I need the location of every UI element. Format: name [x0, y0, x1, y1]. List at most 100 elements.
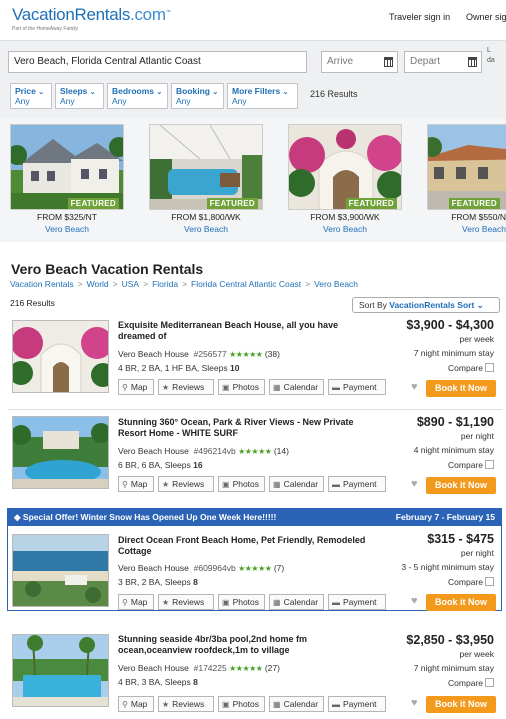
reviews-button[interactable]: ★ Reviews	[158, 379, 214, 395]
filter-booking[interactable]: Booking ⌄ Any	[171, 83, 224, 109]
reviews-button[interactable]: ★ Reviews	[158, 594, 214, 610]
calendar-button[interactable]: ▦ Calendar	[269, 594, 324, 610]
calendar-button[interactable]: ▦ Calendar	[269, 379, 324, 395]
featured-location-link[interactable]: Vero Beach	[149, 224, 263, 234]
listing-photo[interactable]	[12, 634, 109, 707]
featured-photo[interactable]: FEATURED	[288, 124, 402, 210]
photos-button[interactable]: ▣ Photos	[218, 696, 265, 712]
checkbox[interactable]	[485, 363, 494, 372]
filter-sleeps[interactable]: Sleeps ⌄ Any	[55, 83, 104, 109]
listing-beds: 4 BR, 3 BA, Sleeps 8	[118, 677, 198, 687]
sleeps-count: 16	[193, 460, 203, 470]
compare-label: Compare	[448, 678, 483, 688]
listing-title-link[interactable]: Direct Ocean Front Beach Home, Pet Frien…	[118, 535, 366, 557]
calendar-button[interactable]: ▦ Calendar	[269, 476, 324, 492]
book-now-button[interactable]: Book it Now	[426, 594, 496, 611]
reviews-button[interactable]: ★ Reviews	[158, 476, 214, 492]
map-button[interactable]: ⚲ Map	[118, 476, 154, 492]
listing-title-link[interactable]: Stunning 360° Ocean, Park & River Views …	[118, 417, 366, 439]
traveler-signin-link[interactable]: Traveler sign in	[389, 12, 450, 22]
listing-id: #496214vb	[193, 446, 236, 456]
breadcrumb-item[interactable]: Vero Beach	[314, 279, 358, 289]
book-now-button[interactable]: Book it Now	[426, 380, 496, 397]
payment-button[interactable]: ▬ Payment	[328, 594, 386, 610]
calendar-icon[interactable]	[384, 57, 393, 67]
review-count[interactable]: (27)	[265, 663, 280, 673]
breadcrumb-item[interactable]: Florida	[152, 279, 178, 289]
calendar-button[interactable]: ▦ Calendar	[269, 696, 324, 712]
site-header: VacationRentals.com™ Part of the HomeAwa…	[0, 0, 506, 40]
payment-button[interactable]: ▬ Payment	[328, 476, 386, 492]
owner-signin-link[interactable]: Owner sig	[466, 12, 506, 22]
review-count[interactable]: (7)	[274, 563, 284, 573]
filter-more[interactable]: More Filters ⌄ Any	[227, 83, 298, 109]
featured-badge: FEATURED	[206, 198, 258, 209]
payment-button[interactable]: ▬ Payment	[328, 379, 386, 395]
featured-item[interactable]: FEATURED FROM $550/N Vero Beach	[427, 124, 506, 234]
breadcrumb-item[interactable]: Vacation Rentals	[10, 279, 74, 289]
heart-icon[interactable]: ♥	[411, 478, 418, 490]
listing-photo[interactable]	[12, 416, 109, 489]
breadcrumb-separator: >	[305, 279, 311, 289]
featured-photo[interactable]: FEATURED	[149, 124, 263, 210]
heart-icon[interactable]: ♥	[411, 381, 418, 393]
photos-label: Photos	[232, 382, 260, 392]
map-button[interactable]: ⚲ Map	[118, 379, 154, 395]
listing-title-link[interactable]: Stunning seaside 4br/3ba pool,2nd home f…	[118, 634, 366, 656]
listing-photo[interactable]	[12, 320, 109, 393]
breadcrumb-item[interactable]: USA	[122, 279, 139, 289]
payment-icon: ▬	[332, 598, 340, 607]
checkbox[interactable]	[485, 577, 494, 586]
checkbox[interactable]	[485, 678, 494, 687]
last-minute-toggle[interactable]: Lda	[487, 46, 495, 66]
site-logo[interactable]: VacationRentals.com™	[12, 5, 171, 25]
location-input[interactable]: Vero Beach, Florida Central Atlantic Coa…	[8, 51, 307, 73]
compare-checkbox[interactable]: Compare	[448, 460, 494, 470]
featured-location-link[interactable]: Vero Beach	[10, 224, 124, 234]
filter-price[interactable]: Price ⌄ Any	[10, 83, 52, 109]
book-now-button[interactable]: Book it Now	[426, 696, 496, 713]
review-count[interactable]: (14)	[274, 446, 289, 456]
chevron-down-icon: ⌄	[212, 89, 219, 96]
sleeps-count: 10	[229, 363, 240, 373]
compare-checkbox[interactable]: Compare	[448, 363, 494, 373]
payment-button[interactable]: ▬ Payment	[328, 696, 386, 712]
map-button[interactable]: ⚲ Map	[118, 594, 154, 610]
min-stay: 4 night minimum stay	[413, 445, 494, 455]
arrive-date-field[interactable]: Arrive	[321, 51, 398, 73]
featured-item[interactable]: FEATURED FROM $1,800/WK Vero Beach	[149, 124, 263, 234]
reviews-button[interactable]: ★ Reviews	[158, 696, 214, 712]
map-label: Map	[130, 597, 148, 607]
compare-checkbox[interactable]: Compare	[448, 577, 494, 587]
featured-photo[interactable]: FEATURED	[427, 124, 506, 210]
photos-button[interactable]: ▣ Photos	[218, 594, 265, 610]
compare-label: Compare	[448, 363, 483, 373]
heart-icon[interactable]: ♥	[411, 697, 418, 709]
sleeps-count: 8	[193, 677, 198, 687]
featured-location-link[interactable]: Vero Beach	[288, 224, 402, 234]
breadcrumb-separator: >	[112, 279, 118, 289]
checkbox[interactable]	[485, 460, 494, 469]
photos-button[interactable]: ▣ Photos	[218, 476, 265, 492]
map-button[interactable]: ⚲ Map	[118, 696, 154, 712]
featured-item[interactable]: FEATURED FROM $3,900/WK Vero Beach	[288, 124, 402, 234]
heart-icon[interactable]: ♥	[411, 595, 418, 607]
listing-title-link[interactable]: Exquisite Mediterranean Beach House, all…	[118, 320, 366, 342]
photos-button[interactable]: ▣ Photos	[218, 379, 265, 395]
last-minute-sublabel: da	[487, 57, 495, 64]
filter-bedrooms[interactable]: Bedrooms ⌄ Any	[107, 83, 168, 109]
special-offer-banner[interactable]: ◆ Special Offer! Winter Snow Has Opened …	[8, 509, 501, 526]
featured-item[interactable]: FEATURED FROM $325/NT Vero Beach	[10, 124, 124, 234]
review-count[interactable]: (38)	[265, 349, 280, 359]
featured-location-link[interactable]: Vero Beach	[427, 224, 506, 234]
listing-photo[interactable]	[12, 534, 109, 607]
depart-date-field[interactable]: Depart	[404, 51, 482, 73]
payment-label: Payment	[343, 382, 377, 392]
book-now-button[interactable]: Book it Now	[426, 477, 496, 494]
breadcrumb-item[interactable]: Florida Central Atlantic Coast	[191, 279, 301, 289]
breadcrumb-item[interactable]: World	[87, 279, 109, 289]
featured-photo[interactable]: FEATURED	[10, 124, 124, 210]
compare-checkbox[interactable]: Compare	[448, 678, 494, 688]
sort-dropdown[interactable]: Sort By VacationRentals Sort ⌄	[352, 297, 500, 313]
calendar-icon[interactable]	[468, 57, 477, 67]
